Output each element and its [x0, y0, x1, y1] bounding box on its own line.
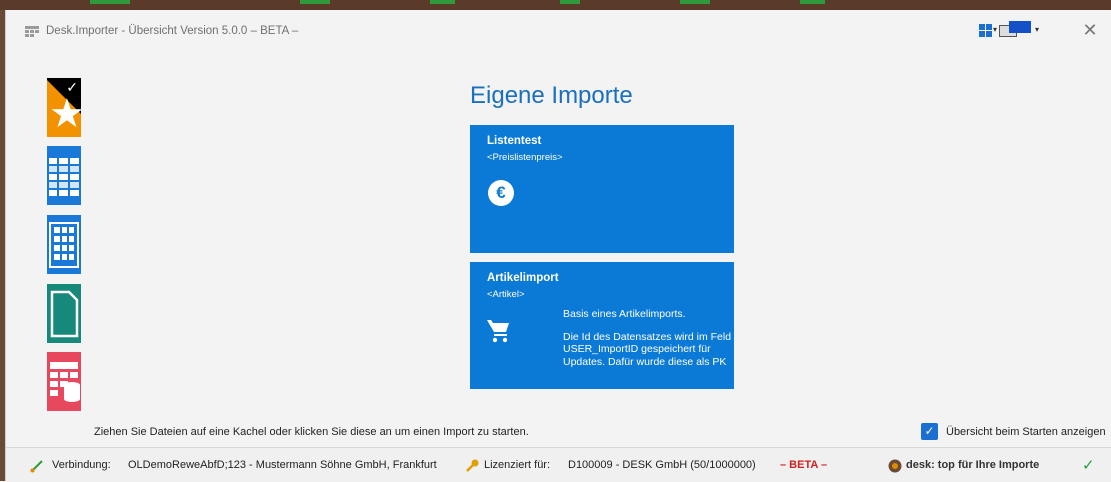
- chevron-down-icon[interactable]: ▾: [993, 25, 997, 34]
- sidebar-item-document[interactable]: [47, 284, 81, 343]
- sidebar-item-list[interactable]: [47, 146, 81, 205]
- table-grid-icon: [49, 222, 79, 268]
- show-on-start-label[interactable]: Übersicht beim Starten anzeigen: [946, 426, 1106, 438]
- tile-title: Listentest: [487, 135, 542, 147]
- sidebar-item-database[interactable]: [47, 352, 81, 411]
- tile-description: Basis eines Artikelimports. Die Id des D…: [563, 308, 733, 379]
- close-icon[interactable]: ✕: [1080, 20, 1100, 40]
- drop-hint: Ziehen Sie Dateien auf eine Kachel oder …: [94, 426, 529, 438]
- tile-description-line: Die Id des Datensatzes wird im Feld USER…: [563, 331, 732, 368]
- license-value: D100009 - DESK GmbH (50/1000000): [568, 459, 756, 471]
- show-on-start-checkbox[interactable]: ✓: [921, 423, 938, 440]
- title-bar: Desk.Importer - Übersicht Version 5.0.0 …: [6, 10, 1111, 54]
- document-icon: [50, 290, 79, 338]
- tile-description-line: Basis eines Artikelimports.: [563, 308, 686, 320]
- beta-label: – BETA –: [780, 459, 828, 471]
- page-title: Eigene Importe: [470, 82, 633, 109]
- brand-slogan: desk: top für Ihre Importe: [906, 459, 1040, 471]
- tile-subtitle: <Artikel>: [487, 289, 525, 300]
- chevron-down-icon[interactable]: ▾: [1035, 25, 1039, 34]
- window-layout-icon[interactable]: [1009, 21, 1031, 33]
- importer-window: Desk.Importer - Übersicht Version 5.0.0 …: [5, 10, 1111, 482]
- database-table-icon: [50, 362, 80, 402]
- favorites-star-icon: ★: [49, 92, 81, 136]
- list-view-icon: [49, 158, 79, 196]
- background-strip: [0, 0, 1111, 10]
- sidebar-item-table[interactable]: [47, 215, 81, 274]
- euro-icon: €: [488, 180, 514, 206]
- key-icon: [466, 459, 479, 472]
- license-label: Lizenziert für:: [484, 459, 551, 471]
- window-title: Desk.Importer - Übersicht Version 5.0.0 …: [46, 25, 299, 37]
- connection-value: OLDemoReweAbfD;123 - Mustermann Söhne Gm…: [128, 459, 437, 471]
- status-ok-icon: ✓: [1082, 457, 1095, 474]
- layout-grid-icon[interactable]: [979, 24, 992, 37]
- app-icon: [25, 26, 39, 37]
- cart-icon: [487, 320, 509, 343]
- import-tile[interactable]: Artikelimport <Artikel> Basis eines Arti…: [470, 262, 734, 389]
- connection-icon: [30, 460, 43, 473]
- status-bar: Verbindung: OLDemoReweAbfD;123 - Musterm…: [6, 447, 1111, 482]
- tile-title: Artikelimport: [487, 272, 559, 284]
- connection-label: Verbindung:: [52, 459, 111, 471]
- sidebar-item-favorites[interactable]: ✓ ★: [47, 78, 81, 137]
- import-tile[interactable]: Listentest <Preislistenpreis> €: [470, 125, 734, 253]
- tile-subtitle: <Preislistenpreis>: [487, 152, 563, 163]
- desk-logo-icon: [888, 459, 902, 473]
